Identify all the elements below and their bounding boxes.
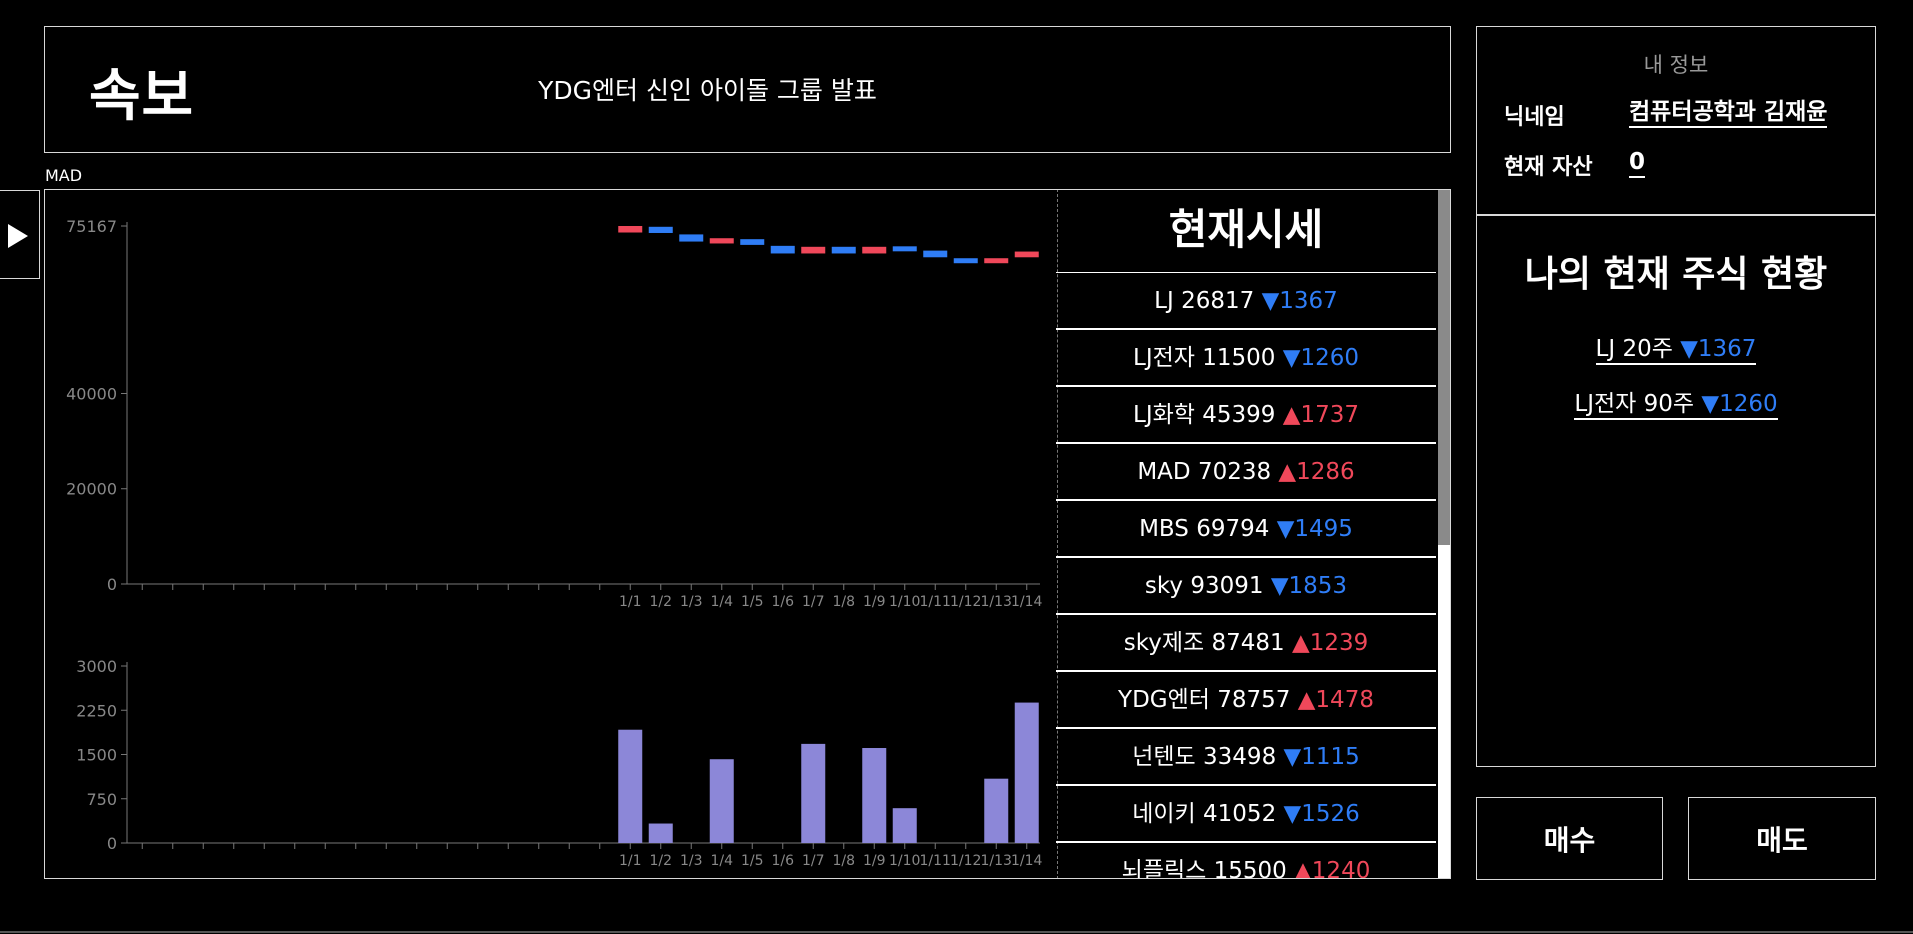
x-tick-label: 1/14 <box>1011 853 1043 869</box>
price-row[interactable]: MBS 69794 ▼1495 <box>1056 501 1436 558</box>
x-tick-label: 1/2 <box>649 853 672 869</box>
assets-value: 0 <box>1629 148 1646 178</box>
current-prices-panel: 현재시세 LJ 26817 ▼1367 LJ전자 11500 ▼1260 LJ화… <box>1056 189 1451 879</box>
candle-bar <box>892 246 917 252</box>
x-tick-label: 1/5 <box>741 853 764 869</box>
volume-bar <box>618 729 643 843</box>
y-tick-label: 40000 <box>66 384 117 403</box>
x-tick-label: 1/8 <box>832 853 855 869</box>
y-tick-label: 3000 <box>76 657 117 676</box>
x-tick-label: 1/7 <box>802 853 825 869</box>
x-tick-label: 1/3 <box>680 594 703 610</box>
breaking-news-banner: 속보 YDG엔터 신인 아이돌 그룹 발표 <box>44 26 1451 153</box>
x-tick-label: 1/1 <box>619 594 642 610</box>
volume-bar <box>709 759 734 843</box>
scrollbar-thumb[interactable] <box>1438 190 1450 545</box>
holding-item[interactable]: LJ 20주 ▼1367 <box>1477 329 1875 365</box>
play-icon <box>8 224 28 248</box>
y-tick-label: 75167 <box>66 217 117 236</box>
x-tick-label: 1/6 <box>771 853 794 869</box>
sell-button[interactable]: 매도 <box>1688 797 1876 880</box>
buy-button[interactable]: 매수 <box>1476 797 1663 880</box>
x-tick-label: 1/13 <box>981 594 1012 610</box>
price-row[interactable]: 넌텐도 33498 ▼1115 <box>1056 729 1436 786</box>
price-row[interactable]: 뇌플릭스 15500 ▲1240 <box>1056 843 1436 878</box>
volume-bar <box>984 778 1009 843</box>
price-chart: 0 20000 40000 75167 1/1 1/2 1/3 1/4 1/5 1/6 1/7 1/8… <box>66 217 1043 610</box>
candle-bar <box>862 246 887 254</box>
x-tick-label: 1/12 <box>950 594 981 610</box>
price-list-scrollbar[interactable] <box>1438 190 1450 878</box>
price-row[interactable]: sky 93091 ▼1853 <box>1056 558 1436 615</box>
x-tick-label: 1/9 <box>863 853 886 869</box>
candle-bar <box>770 245 795 254</box>
price-row[interactable]: 네이키 41052 ▼1526 <box>1056 786 1436 843</box>
selected-stock-name: MAD <box>45 166 83 185</box>
candle-bar <box>953 258 978 264</box>
y-tick-label: 0 <box>107 834 117 853</box>
x-tick-label: 1/3 <box>680 853 703 869</box>
my-holdings-panel: 나의 현재 주식 현황 LJ 20주 ▼1367 LJ전자 90주 ▼1260 <box>1476 214 1876 767</box>
candle-bar <box>648 226 673 233</box>
price-row[interactable]: LJ전자 11500 ▼1260 <box>1056 330 1436 387</box>
x-tick-label: 1/5 <box>741 594 764 610</box>
price-row[interactable]: YDG엔터 78757 ▲1478 <box>1056 672 1436 729</box>
y-tick-label: 0 <box>107 575 117 594</box>
volume-bar <box>862 748 887 843</box>
my-info-title: 내 정보 <box>1643 53 1709 77</box>
play-button[interactable] <box>0 190 40 279</box>
holding-item[interactable]: LJ전자 90주 ▼1260 <box>1477 384 1875 420</box>
y-tick-label: 750 <box>86 790 117 809</box>
y-tick-label: 1500 <box>76 746 117 765</box>
candle-bar <box>801 246 826 254</box>
x-tick-label: 1/4 <box>710 853 733 869</box>
x-tick-label: 1/14 <box>1011 594 1043 610</box>
x-tick-label: 1/10 <box>889 853 920 869</box>
volume-bar <box>801 743 826 843</box>
x-tick-label: 1/8 <box>832 594 855 610</box>
price-row[interactable]: sky제조 87481 ▲1239 <box>1056 615 1436 672</box>
x-tick-label: 1/12 <box>950 853 981 869</box>
price-row[interactable]: LJ화학 45399 ▲1737 <box>1056 387 1436 444</box>
price-row[interactable]: MAD 70238 ▲1286 <box>1056 444 1436 501</box>
x-tick-label: 1/2 <box>649 594 672 610</box>
price-list: LJ 26817 ▼1367 LJ전자 11500 ▼1260 LJ화학 453… <box>1056 273 1450 878</box>
x-tick-label: 1/13 <box>981 853 1012 869</box>
y-tick-label: 20000 <box>66 480 117 499</box>
candle-bar <box>679 234 704 242</box>
my-info-panel: 내 정보 닉네임 컴퓨터공학과 김재윤 현재 자산 0 <box>1476 26 1876 216</box>
candle-bar <box>1014 251 1039 258</box>
price-row[interactable]: LJ 26817 ▼1367 <box>1056 273 1436 330</box>
y-tick-label: 2250 <box>76 701 117 720</box>
candle-bar <box>709 238 734 244</box>
volume-chart: 0 750 1500 2250 3000 1/1 1/2 1/3 1/4 1/5 1/6 1/7 1/8… <box>76 657 1043 869</box>
candle-bar <box>923 250 948 258</box>
x-tick-label: 1/6 <box>771 594 794 610</box>
x-tick-label: 1/10 <box>889 594 920 610</box>
nickname-label: 닉네임 <box>1504 105 1565 130</box>
volume-bar <box>892 808 917 843</box>
nickname-value: 컴퓨터공학과 김재윤 <box>1629 98 1828 128</box>
x-tick-label: 1/4 <box>710 594 733 610</box>
volume-bar <box>648 823 673 843</box>
candle-bar <box>984 258 1009 264</box>
x-tick-label: 1/7 <box>802 594 825 610</box>
news-headline: YDG엔터 신인 아이돌 그룹 발표 <box>538 76 877 105</box>
x-tick-label: 1/11 <box>920 594 951 610</box>
x-tick-label: 1/1 <box>619 853 642 869</box>
bottom-divider <box>0 931 1913 933</box>
volume-bar <box>1014 702 1039 843</box>
x-tick-label: 1/11 <box>920 853 951 869</box>
candle-bar <box>740 239 765 245</box>
my-holdings-title: 나의 현재 주식 현황 <box>1524 254 1828 295</box>
chart-area: 0 20000 40000 75167 1/1 1/2 1/3 1/4 1/5 1/6 1/7 1/8… <box>44 189 1058 879</box>
current-prices-title: 현재시세 <box>1056 190 1436 273</box>
assets-label: 현재 자산 <box>1504 155 1593 180</box>
candle-bar <box>831 246 856 254</box>
x-tick-label: 1/9 <box>863 594 886 610</box>
candle-bar <box>618 226 643 233</box>
